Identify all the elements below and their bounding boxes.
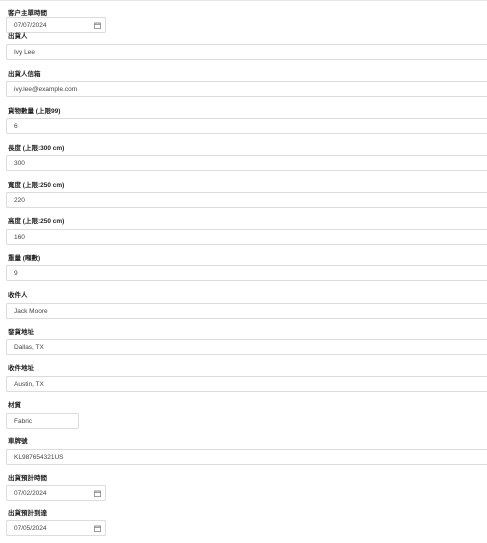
ship-estimated-arrival-value: 07/05/2024 (14, 525, 47, 532)
recipient-field[interactable]: Jack Moore (6, 303, 487, 319)
shipper-value: Ivy Lee (14, 49, 35, 56)
calendar-icon[interactable] (94, 22, 101, 29)
origin-address-field[interactable]: Dallas, TX (6, 339, 487, 355)
ship-estimated-arrival-label: 出貨預計到達 (8, 510, 47, 517)
recipient-value: Jack Moore (14, 308, 48, 315)
order-time-value: 07/07/2024 (14, 22, 47, 29)
cargo-quantity-field[interactable]: 6 (6, 118, 487, 134)
cargo-quantity-label: 貨物數量 (上限99) (8, 108, 61, 115)
shipper-email-label: 出貨人信箱 (8, 71, 41, 78)
length-value: 300 (14, 160, 25, 167)
height-label: 高度 (上限:250 cm) (8, 218, 65, 225)
weight-label: 重量 (噸數) (8, 255, 41, 262)
shipper-label: 出貨人 (8, 33, 28, 40)
order-time-field[interactable]: 07/07/2024 (6, 17, 106, 33)
ship-estimated-time-label: 出貨預計時間 (8, 475, 47, 482)
plate-number-field[interactable]: KL987654321US (6, 449, 487, 465)
ship-estimated-arrival-field[interactable]: 07/05/2024 (6, 520, 106, 536)
top-divider (0, 0, 487, 1)
width-field[interactable]: 220 (6, 192, 487, 208)
calendar-icon[interactable] (94, 525, 101, 532)
origin-address-label: 發貨地址 (8, 329, 34, 336)
height-value: 160 (14, 234, 25, 241)
cargo-quantity-value: 6 (14, 123, 18, 130)
width-value: 220 (14, 197, 25, 204)
destination-address-field[interactable]: Austin, TX (6, 376, 487, 392)
shipment-form: 客户主單時間 07/07/2024 出貨人 Ivy Lee 出貨人信箱 ivy.… (0, 0, 487, 543)
calendar-icon[interactable] (94, 490, 101, 497)
material-select[interactable]: Fabric (6, 413, 79, 429)
weight-value: 9 (14, 270, 18, 277)
material-label: 材質 (8, 402, 21, 409)
plate-number-label: 車牌號 (8, 438, 28, 445)
shipper-field[interactable]: Ivy Lee (6, 44, 487, 60)
origin-address-value: Dallas, TX (14, 344, 44, 351)
width-label: 寬度 (上限:250 cm) (8, 182, 65, 189)
shipper-email-value: ivy.lee@example.com (14, 86, 78, 93)
length-label: 長度 (上限:300 cm) (8, 145, 65, 152)
height-field[interactable]: 160 (6, 229, 487, 245)
length-field[interactable]: 300 (6, 155, 487, 171)
weight-field[interactable]: 9 (6, 265, 487, 281)
destination-address-value: Austin, TX (14, 381, 44, 388)
plate-number-value: KL987654321US (14, 454, 64, 461)
recipient-label: 收件人 (8, 292, 28, 299)
material-value: Fabric (14, 418, 33, 425)
ship-estimated-time-field[interactable]: 07/02/2024 (6, 485, 106, 501)
destination-address-label: 收件地址 (8, 365, 34, 372)
ship-estimated-time-value: 07/02/2024 (14, 490, 47, 497)
shipper-email-field[interactable]: ivy.lee@example.com (6, 81, 487, 97)
